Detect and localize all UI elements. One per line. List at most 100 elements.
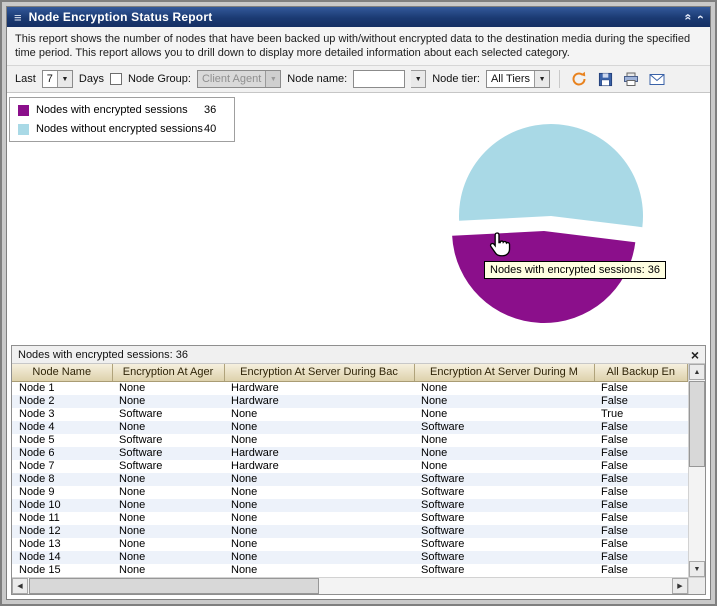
table-cell: None — [414, 460, 594, 473]
table-cell: False — [594, 421, 688, 434]
table-cell: Software — [414, 538, 594, 551]
table-cell: None — [112, 538, 224, 551]
legend-item-unencrypted[interactable]: Nodes without encrypted sessions 40 — [18, 123, 226, 135]
table-cell: Software — [414, 564, 594, 577]
horizontal-scroll-track[interactable] — [320, 578, 672, 594]
table-cell: Software — [414, 421, 594, 434]
scroll-right-icon[interactable]: ▶ — [672, 578, 688, 594]
node-group-checkbox[interactable] — [110, 73, 122, 85]
collapse-all-icon[interactable]: « — [683, 14, 695, 21]
detail-panel-header: Nodes with encrypted sessions: 36 × — [12, 346, 705, 364]
save-icon[interactable] — [595, 69, 615, 89]
table-cell: None — [224, 434, 414, 447]
node-name-input[interactable] — [353, 70, 405, 88]
column-header-encryption-at-agent[interactable]: Encryption At Ager — [112, 364, 224, 381]
table-row[interactable]: Node 8NoneNoneSoftwareFalse — [12, 473, 688, 486]
table-cell: Software — [414, 473, 594, 486]
table-cell: None — [414, 434, 594, 447]
print-icon[interactable] — [621, 69, 641, 89]
table-row[interactable]: Node 9NoneNoneSoftwareFalse — [12, 486, 688, 499]
column-header-node-name[interactable]: Node Name — [12, 364, 112, 381]
table-cell: Node 14 — [12, 551, 112, 564]
table-row[interactable]: Node 13NoneNoneSoftwareFalse — [12, 538, 688, 551]
page-title: Node Encryption Status Report — [29, 10, 213, 24]
vertical-scrollbar[interactable]: ▲ ▼ — [688, 364, 705, 577]
toolbar-separator — [559, 70, 560, 88]
pie-slice-unencrypted[interactable] — [459, 124, 643, 227]
column-header-encryption-at-server-backup[interactable]: Encryption At Server During Bac — [224, 364, 414, 381]
table-cell: Node 13 — [12, 538, 112, 551]
legend-swatch-encrypted — [18, 105, 29, 116]
table-cell: Node 15 — [12, 564, 112, 577]
node-tier-dropdown[interactable]: All Tiers ▼ — [486, 70, 550, 88]
period-value: 7 — [43, 73, 57, 85]
table-row[interactable]: Node 1NoneHardwareNoneFalse — [12, 381, 688, 395]
table-row[interactable]: Node 5SoftwareNoneNoneFalse — [12, 434, 688, 447]
chevron-down-icon: ▼ — [265, 71, 280, 87]
table-cell: False — [594, 512, 688, 525]
table-cell: False — [594, 486, 688, 499]
table-cell: None — [414, 381, 594, 395]
table-row[interactable]: Node 15NoneNoneSoftwareFalse — [12, 564, 688, 577]
table-cell: None — [112, 512, 224, 525]
chart-area: Nodes with encrypted sessions 36 Nodes w… — [7, 93, 710, 345]
horizontal-scroll-thumb[interactable] — [29, 578, 319, 594]
node-table: Node Name Encryption At Ager Encryption … — [12, 364, 688, 577]
table-row[interactable]: Node 3SoftwareNoneNoneTrue — [12, 408, 688, 421]
chevron-down-icon[interactable]: ▼ — [534, 71, 549, 87]
table-cell: None — [112, 473, 224, 486]
legend-item-encrypted[interactable]: Nodes with encrypted sessions 36 — [18, 104, 226, 116]
table-row[interactable]: Node 7SoftwareHardwareNoneFalse — [12, 460, 688, 473]
table-row[interactable]: Node 12NoneNoneSoftwareFalse — [12, 525, 688, 538]
refresh-icon[interactable] — [569, 69, 589, 89]
vertical-scroll-thumb[interactable] — [689, 381, 705, 467]
table-row[interactable]: Node 10NoneNoneSoftwareFalse — [12, 499, 688, 512]
close-icon[interactable]: × — [691, 348, 699, 362]
node-name-dropdown-button[interactable]: ▼ — [411, 70, 426, 88]
report-window: ≡ Node Encryption Status Report « ‹ This… — [6, 6, 711, 600]
scroll-down-icon[interactable]: ▼ — [689, 561, 705, 577]
scroll-left-icon[interactable]: ◀ — [12, 578, 28, 594]
collapse-icon[interactable]: ‹ — [695, 15, 707, 19]
table-cell: None — [224, 486, 414, 499]
vertical-scroll-track[interactable] — [689, 380, 705, 561]
table-cell: Node 8 — [12, 473, 112, 486]
scroll-up-icon[interactable]: ▲ — [689, 364, 705, 380]
email-icon[interactable] — [647, 69, 667, 89]
column-header-encryption-at-server-migration[interactable]: Encryption At Server During M — [414, 364, 594, 381]
table-cell: Software — [112, 434, 224, 447]
table-row[interactable]: Node 2NoneHardwareNoneFalse — [12, 395, 688, 408]
table-cell: Software — [112, 460, 224, 473]
horizontal-scrollbar[interactable]: ◀ ▶ — [12, 577, 705, 594]
legend-value: 36 — [204, 104, 226, 116]
pie-chart — [427, 117, 667, 329]
table-cell: False — [594, 525, 688, 538]
table-row[interactable]: Node 6SoftwareHardwareNoneFalse — [12, 447, 688, 460]
table-cell: None — [414, 447, 594, 460]
report-toolbar: Last 7 ▼ Days Node Group: Client Agent ▼… — [7, 66, 710, 93]
report-window-frame: ≡ Node Encryption Status Report « ‹ This… — [0, 0, 717, 606]
table-cell: Software — [414, 512, 594, 525]
period-dropdown[interactable]: 7 ▼ — [42, 70, 73, 88]
table-row[interactable]: Node 11NoneNoneSoftwareFalse — [12, 512, 688, 525]
table-cell: Node 5 — [12, 434, 112, 447]
table-cell: Software — [414, 499, 594, 512]
table-row[interactable]: Node 14NoneNoneSoftwareFalse — [12, 551, 688, 564]
node-tier-label: Node tier: — [432, 73, 480, 85]
legend-label: Nodes with encrypted sessions — [36, 104, 204, 116]
table-cell: None — [112, 381, 224, 395]
table-cell: False — [594, 395, 688, 408]
table-row[interactable]: Node 4NoneNoneSoftwareFalse — [12, 421, 688, 434]
legend-label: Nodes without encrypted sessions — [36, 123, 204, 135]
title-bar: ≡ Node Encryption Status Report « ‹ — [7, 7, 710, 27]
chevron-down-icon[interactable]: ▼ — [57, 71, 72, 87]
table-cell: Hardware — [224, 395, 414, 408]
table-cell: Node 1 — [12, 381, 112, 395]
node-group-dropdown: Client Agent ▼ — [197, 70, 281, 88]
table-cell: Software — [414, 551, 594, 564]
table-cell: None — [224, 421, 414, 434]
column-header-all-backup[interactable]: All Backup En — [594, 364, 688, 381]
table-cell: Node 6 — [12, 447, 112, 460]
table-cell: Hardware — [224, 381, 414, 395]
node-name-label: Node name: — [287, 73, 347, 85]
